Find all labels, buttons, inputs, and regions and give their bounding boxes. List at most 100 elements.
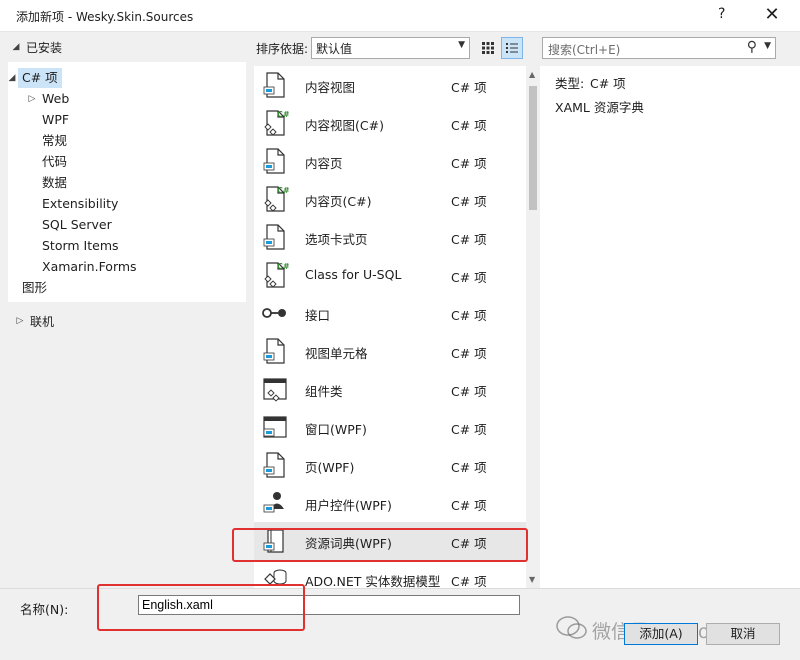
- template-type: C# 项: [451, 156, 487, 171]
- wechat-icon: [556, 616, 587, 639]
- template-type: C# 项: [451, 346, 487, 361]
- template-name: 内容视图: [305, 80, 356, 95]
- template-type: C# 项: [451, 384, 487, 399]
- tree-item[interactable]: Xamarin.Forms: [42, 257, 137, 277]
- tree-item[interactable]: Storm Items: [42, 236, 119, 256]
- online-label: 联机: [30, 314, 55, 329]
- template-name: 视图单元格: [305, 346, 368, 361]
- chevron-down-icon[interactable]: ▼: [764, 41, 771, 51]
- template-name: Class for U-SQL: [305, 267, 402, 282]
- template-type: C# 项: [451, 536, 487, 551]
- tree-item-label: WPF: [42, 112, 70, 127]
- tree-item-label: Extensibility: [42, 196, 119, 211]
- entity-model-icon: [264, 569, 287, 585]
- chevron-right-icon[interactable]: ▷: [26, 89, 38, 109]
- template-item[interactable]: 视图单元格 C# 项: [254, 332, 526, 370]
- svg-text:C#: C#: [277, 110, 289, 119]
- csharp-file-icon: C#: [264, 262, 289, 288]
- template-list: 内容视图 C# 项 C# 内容视图(C#) C# 项内容页 C# 项 C# 内容页(C#) C#…: [254, 66, 526, 588]
- scroll-thumb[interactable]: [529, 86, 537, 210]
- cancel-button[interactable]: 取消: [706, 623, 780, 645]
- template-name: 页(WPF): [305, 460, 355, 475]
- svg-text:C#: C#: [277, 186, 289, 195]
- template-type: C# 项: [451, 80, 487, 95]
- component-class-icon: [263, 378, 287, 402]
- tree-item[interactable]: 数据: [42, 173, 67, 193]
- tree-item-label: SQL Server: [42, 217, 112, 232]
- tree-item[interactable]: SQL Server: [42, 215, 112, 235]
- template-item[interactable]: 接口 C# 项: [254, 294, 526, 332]
- chevron-down-icon[interactable]: ◢: [10, 42, 22, 52]
- template-item[interactable]: 窗口(WPF) C# 项: [254, 408, 526, 446]
- name-label: 名称(N):: [20, 602, 69, 617]
- tree-item[interactable]: 代码: [42, 152, 67, 172]
- add-button[interactable]: 添加(A): [624, 623, 698, 645]
- resource-dictionary-icon: [263, 529, 284, 553]
- tree-item[interactable]: ▷ Web: [29, 89, 70, 109]
- category-pane: ◢ 已安装 ◢ C# 项 ▷ Web WPF 常规代码数据 Extensibility SQL…: [0, 32, 246, 588]
- installed-label: 已安装: [26, 40, 63, 55]
- template-item[interactable]: 内容页 C# 项: [254, 142, 526, 180]
- template-name: 内容页(C#): [305, 194, 372, 209]
- chevron-down-icon: ▼: [458, 40, 465, 50]
- tree-item[interactable]: 常规: [42, 131, 67, 151]
- bottom-bar: 名称(N): 微信号: art_of_code 添加(A) 取消: [0, 588, 800, 660]
- xaml-file-icon: [263, 452, 285, 478]
- user-control-icon: [263, 492, 284, 513]
- scroll-down-icon[interactable]: ▼: [529, 575, 535, 584]
- tree-item-label: 数据: [42, 175, 68, 190]
- window-icon: [263, 416, 287, 438]
- tree-item[interactable]: ◢ C# 项: [9, 68, 62, 88]
- template-name: 选项卡式页: [305, 232, 368, 247]
- template-item[interactable]: 组件类 C# 项: [254, 370, 526, 408]
- tree-item-label: 常规: [42, 133, 68, 148]
- template-item[interactable]: 资源词典(WPF) C# 项: [254, 522, 526, 560]
- template-item[interactable]: C# 内容视图(C#) C# 项: [254, 104, 526, 142]
- svg-text:C#: C#: [277, 262, 289, 271]
- list-scrollbar[interactable]: ▲ ▼: [526, 66, 540, 588]
- help-button[interactable]: ?: [718, 6, 725, 22]
- tree-item[interactable]: 图形: [22, 278, 47, 298]
- close-button[interactable]: ✕: [760, 3, 784, 27]
- xaml-file-icon: [263, 338, 285, 364]
- scroll-up-icon[interactable]: ▲: [529, 70, 535, 79]
- template-type: C# 项: [451, 270, 487, 285]
- template-name: 内容页: [305, 156, 343, 171]
- template-item[interactable]: ADO.NET 实体数据模型 C# 项: [254, 560, 526, 588]
- type-value: C# 项: [590, 76, 626, 91]
- tree-item-label: 代码: [42, 154, 68, 169]
- tree-item[interactable]: Extensibility: [42, 194, 118, 214]
- template-item[interactable]: C# 内容页(C#) C# 项: [254, 180, 526, 218]
- list-view-button[interactable]: [501, 37, 523, 59]
- online-node[interactable]: ▷ 联机: [14, 312, 54, 330]
- tree-item-label: C# 项: [22, 70, 58, 85]
- template-item[interactable]: 内容视图 C# 项: [254, 66, 526, 104]
- template-type: C# 项: [451, 232, 487, 247]
- tree-item-label: Web: [42, 91, 70, 106]
- search-icon[interactable]: ⚲: [747, 39, 757, 55]
- template-name: 组件类: [305, 384, 343, 399]
- csharp-file-icon: C#: [264, 186, 289, 212]
- template-name: 接口: [305, 308, 331, 323]
- template-item[interactable]: 页(WPF) C# 项: [254, 446, 526, 484]
- template-item[interactable]: 选项卡式页 C# 项: [254, 218, 526, 256]
- template-type: C# 项: [451, 194, 487, 209]
- chevron-down-icon[interactable]: ◢: [6, 68, 18, 88]
- template-name: ADO.NET 实体数据模型: [305, 574, 441, 588]
- grid-icon: [482, 42, 494, 54]
- template-item[interactable]: C# Class for U-SQL C# 项: [254, 256, 526, 294]
- sort-label: 排序依据:: [256, 42, 309, 56]
- grid-view-button[interactable]: [477, 37, 499, 59]
- search-input[interactable]: 搜索(Ctrl+E) ⚲ ▼: [542, 37, 776, 59]
- chevron-right-icon[interactable]: ▷: [14, 316, 26, 326]
- name-input[interactable]: [138, 595, 520, 615]
- template-item[interactable]: 用户控件(WPF) C# 项: [254, 484, 526, 522]
- category-tree: ◢ C# 项 ▷ Web WPF 常规代码数据 Extensibility SQL Serve…: [8, 62, 246, 302]
- template-type: C# 项: [451, 422, 487, 437]
- template-description: XAML 资源字典: [555, 100, 644, 115]
- sort-dropdown[interactable]: 默认值 ▼: [311, 37, 470, 59]
- tree-item[interactable]: WPF: [42, 110, 69, 130]
- template-type: C# 项: [451, 574, 487, 588]
- installed-node[interactable]: ◢ 已安装: [10, 38, 62, 56]
- xaml-file-icon: [263, 224, 285, 250]
